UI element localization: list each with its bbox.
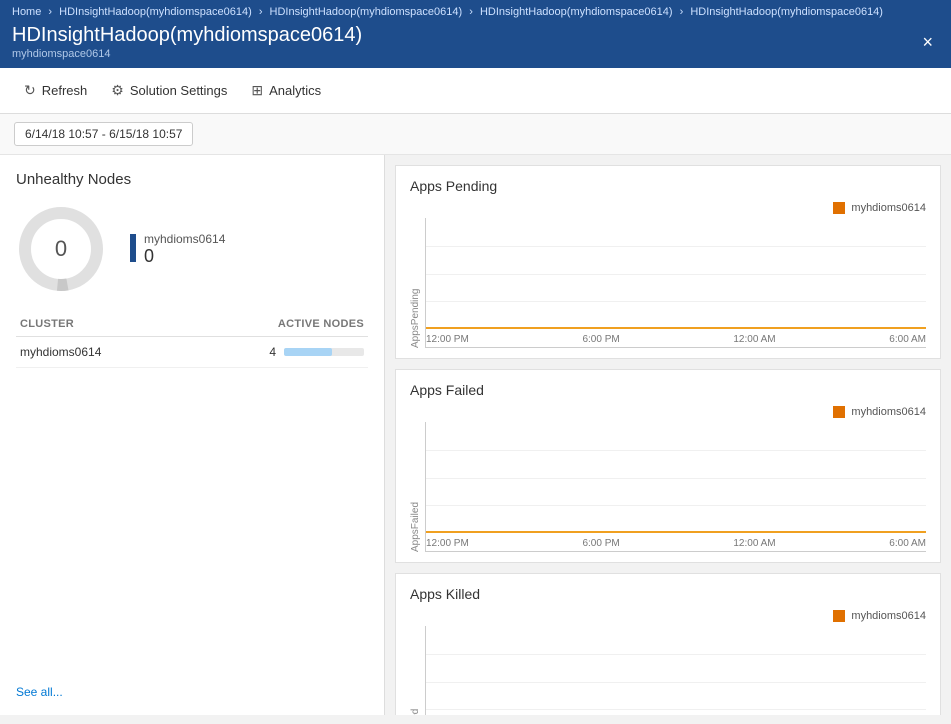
apps-failed-card: Apps Failed myhdioms0614 AppsFailed 12:0… — [395, 369, 941, 563]
title-block: HDInsightHadoop(myhdiomspace0614) myhdio… — [12, 24, 362, 60]
header: Home › HDInsightHadoop(myhdiomspace0614)… — [0, 0, 951, 68]
right-panel: Apps Pending myhdioms0614 AppsPending 12… — [385, 155, 951, 715]
breadcrumb-item2[interactable]: HDInsightHadoop(myhdiomspace0614) — [270, 6, 463, 18]
chart-inner-pending: 12:00 PM 6:00 PM 12:00 AM 6:00 AM — [425, 218, 926, 348]
legend-item: myhdioms0614 0 — [130, 232, 225, 267]
chart-xaxis-failed: 12:00 PM 6:00 PM 12:00 AM 6:00 AM — [426, 536, 926, 551]
legend-name: myhdioms0614 — [851, 406, 926, 418]
page-title: HDInsightHadoop(myhdiomspace0614) — [12, 24, 362, 47]
y-axis-failed: AppsFailed — [410, 422, 421, 552]
grid-line — [426, 274, 926, 275]
breadcrumb-sep3: › — [469, 6, 476, 18]
legend-color-box — [833, 610, 845, 622]
legend-name: myhdioms0614 — [851, 610, 926, 622]
breadcrumb-home[interactable]: Home — [12, 6, 41, 18]
breadcrumb-sep2: › — [259, 6, 266, 18]
x-label-1: 6:00 PM — [582, 538, 619, 549]
grid-line — [426, 654, 926, 655]
title-row: HDInsightHadoop(myhdiomspace0614) myhdio… — [12, 20, 939, 68]
breadcrumb-item1[interactable]: HDInsightHadoop(myhdiomspace0614) — [59, 6, 252, 18]
breadcrumb-item4[interactable]: HDInsightHadoop(myhdiomspace0614) — [690, 6, 883, 18]
x-label-3: 6:00 AM — [889, 334, 926, 345]
apps-pending-title: Apps Pending — [410, 178, 926, 194]
bar-container: 4 — [184, 345, 364, 359]
apps-pending-card: Apps Pending myhdioms0614 AppsPending 12… — [395, 165, 941, 359]
y-axis-pending: AppsPending — [410, 218, 421, 348]
page-subtitle: myhdiomspace0614 — [12, 48, 362, 60]
chart-line-pending — [426, 327, 926, 329]
donut-chart: 0 — [16, 204, 106, 294]
date-range-pill[interactable]: 6/14/18 10:57 - 6/15/18 10:57 — [14, 122, 193, 146]
col-active-nodes: ACTIVE NODES — [180, 314, 368, 337]
legend-cluster-value: 0 — [144, 246, 225, 267]
analytics-icon: ⊞ — [251, 82, 263, 99]
x-label-2: 12:00 AM — [733, 334, 775, 345]
refresh-icon: ↻ — [24, 82, 36, 99]
legend-cluster-name: myhdioms0614 — [144, 232, 225, 246]
legend-color-bar — [130, 234, 136, 262]
breadcrumb-item3[interactable]: HDInsightHadoop(myhdiomspace0614) — [480, 6, 673, 18]
apps-killed-card: Apps Killed myhdioms0614 AppsKilled 12:0… — [395, 573, 941, 715]
close-button[interactable]: × — [916, 30, 939, 55]
legend-text: myhdioms0614 0 — [144, 232, 225, 267]
grid-line — [426, 450, 926, 451]
grid-line — [426, 505, 926, 506]
cluster-name-cell: myhdioms0614 — [16, 337, 180, 368]
solution-settings-label: Solution Settings — [130, 83, 228, 98]
legend-color-box — [833, 406, 845, 418]
apps-killed-legend: myhdioms0614 — [410, 610, 926, 622]
grid-line — [426, 709, 926, 710]
bar-fill — [284, 348, 332, 356]
donut-value: 0 — [55, 236, 67, 262]
chart-line-failed — [426, 531, 926, 533]
gear-icon: ⚙ — [111, 82, 124, 99]
x-label-2: 12:00 AM — [733, 538, 775, 549]
chart-area-killed: AppsKilled 12:00 PM 6:00 PM 12:00 AM 6:0… — [410, 626, 926, 715]
date-bar: 6/14/18 10:57 - 6/15/18 10:57 — [0, 114, 951, 155]
chart-area-failed: AppsFailed 12:00 PM 6:00 PM 12:00 AM 6:0… — [410, 422, 926, 552]
solution-settings-button[interactable]: ⚙ Solution Settings — [101, 76, 237, 105]
table-row: myhdioms0614 4 — [16, 337, 368, 368]
chart-area-pending: AppsPending 12:00 PM 6:00 PM 12:00 AM 6:… — [410, 218, 926, 348]
x-label-0: 12:00 PM — [426, 334, 469, 345]
grid-line — [426, 682, 926, 683]
apps-failed-title: Apps Failed — [410, 382, 926, 398]
grid-line — [426, 246, 926, 247]
toolbar: ↻ Refresh ⚙ Solution Settings ⊞ Analytic… — [0, 68, 951, 114]
grid-lines — [426, 422, 926, 533]
grid-lines — [426, 218, 926, 329]
grid-line — [426, 301, 926, 302]
apps-failed-legend: myhdioms0614 — [410, 406, 926, 418]
main-content: Unhealthy Nodes 0 myhdioms0614 0 — [0, 155, 951, 715]
cluster-table: CLUSTER ACTIVE NODES myhdioms0614 4 — [16, 314, 368, 368]
x-label-3: 6:00 AM — [889, 538, 926, 549]
x-label-0: 12:00 PM — [426, 538, 469, 549]
grid-line — [426, 478, 926, 479]
see-all-link[interactable]: See all... — [16, 685, 368, 699]
legend-name: myhdioms0614 — [851, 202, 926, 214]
apps-killed-title: Apps Killed — [410, 586, 926, 602]
bar-track — [284, 348, 364, 356]
grid-lines — [426, 626, 926, 715]
chart-inner-killed: 12:00 PM 6:00 PM 12:00 AM 6:00 AM — [425, 626, 926, 715]
breadcrumb: Home › HDInsightHadoop(myhdiomspace0614)… — [12, 0, 939, 20]
legend-color-box — [833, 202, 845, 214]
breadcrumb-sep4: › — [680, 6, 687, 18]
apps-pending-legend: myhdioms0614 — [410, 202, 926, 214]
analytics-button[interactable]: ⊞ Analytics — [241, 76, 331, 105]
donut-section: 0 myhdioms0614 0 — [16, 204, 368, 294]
chart-xaxis-pending: 12:00 PM 6:00 PM 12:00 AM 6:00 AM — [426, 332, 926, 347]
chart-inner-failed: 12:00 PM 6:00 PM 12:00 AM 6:00 AM — [425, 422, 926, 552]
analytics-label: Analytics — [269, 83, 321, 98]
y-axis-killed: AppsKilled — [410, 626, 421, 715]
col-cluster: CLUSTER — [16, 314, 180, 337]
active-nodes-cell: 4 — [180, 337, 368, 368]
refresh-label: Refresh — [42, 83, 88, 98]
refresh-button[interactable]: ↻ Refresh — [14, 76, 97, 105]
x-label-1: 6:00 PM — [582, 334, 619, 345]
breadcrumb-sep1: › — [48, 6, 55, 18]
nodes-value: 4 — [269, 345, 276, 359]
unhealthy-nodes-title: Unhealthy Nodes — [16, 171, 368, 188]
left-panel: Unhealthy Nodes 0 myhdioms0614 0 — [0, 155, 385, 715]
